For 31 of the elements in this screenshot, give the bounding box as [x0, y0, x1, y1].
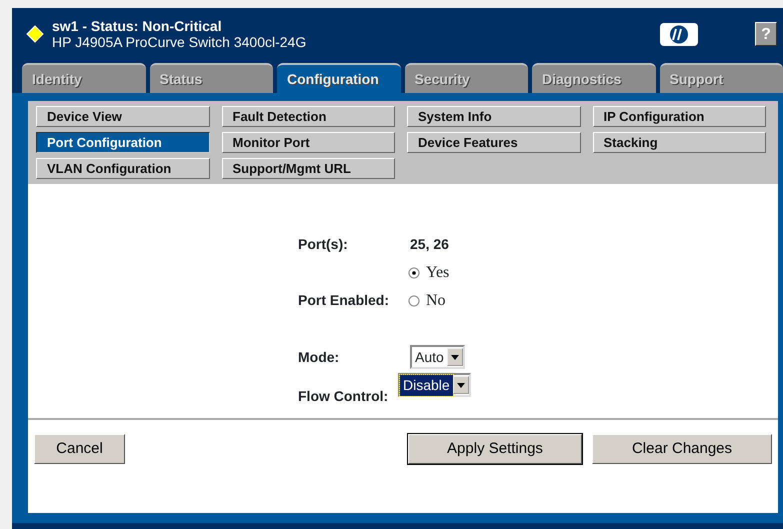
status-icon [26, 25, 44, 43]
menu-item[interactable]: System Info [407, 106, 580, 127]
apply-button[interactable]: Apply Settings [408, 434, 582, 464]
option-label: No [426, 291, 446, 311]
menu-item[interactable]: Support/Mgmt URL [222, 158, 395, 179]
clear-button[interactable]: Clear Changes [592, 434, 772, 464]
field-value: 25, 26 [410, 235, 449, 254]
field-label: Port Enabled: [298, 292, 390, 308]
menu-item[interactable]: IP Configuration [592, 106, 766, 127]
dropdown[interactable]: Auto [410, 345, 465, 369]
radio-button[interactable] [408, 267, 420, 279]
menu-item[interactable]: Fault Detection [222, 106, 395, 127]
dropdown[interactable]: Disable [398, 373, 471, 397]
caret-icon [456, 382, 465, 388]
menu-item[interactable]: Port Configuration [36, 132, 210, 153]
field-label: Flow Control: [298, 387, 390, 406]
tab[interactable]: Configuration [277, 63, 400, 93]
device-model: HP J4905A ProCurve Switch 3400cl-24G [52, 34, 308, 50]
menu-item[interactable]: Device View [36, 106, 210, 127]
cancel-button[interactable]: Cancel [34, 434, 125, 464]
menu-item[interactable]: Stacking [592, 132, 766, 153]
field-label: Port(s): [298, 235, 349, 254]
menu-item[interactable]: Device Features [407, 132, 580, 153]
logo-icon [659, 22, 699, 46]
option-label: Yes [426, 263, 450, 283]
device-status-title: sw1 - Status: Non-Critical [52, 18, 223, 34]
caret-icon [450, 354, 459, 360]
field-label: Mode: [298, 348, 340, 366]
menu-item[interactable]: VLAN Configuration [36, 158, 210, 179]
radio-button[interactable] [408, 295, 420, 307]
menu-item[interactable]: Monitor Port [222, 132, 395, 153]
